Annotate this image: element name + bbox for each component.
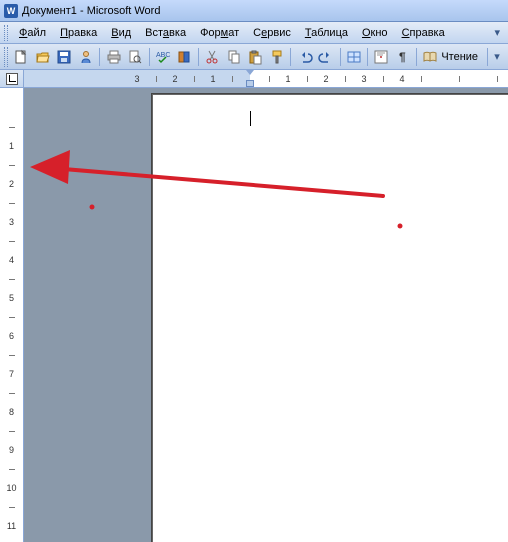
menu-edit[interactable]: Правка <box>53 25 104 41</box>
page[interactable] <box>152 94 508 542</box>
permissions-button[interactable] <box>76 46 97 68</box>
ruler-tick: 3 <box>0 218 23 226</box>
ruler-tick: 7 <box>0 370 23 378</box>
spellcheck-button[interactable]: ABC <box>153 46 174 68</box>
toolbar-separator <box>149 48 150 66</box>
ruler-row: 3 2 1 1 2 3 4 <box>0 70 508 88</box>
ruler-tick: 3 <box>133 70 141 87</box>
reading-label: Чтение <box>441 51 478 63</box>
show-hide-button[interactable]: ¶ <box>393 46 414 68</box>
reading-layout-button[interactable]: Чтение <box>420 46 484 68</box>
ruler-tick: 4 <box>0 256 23 264</box>
menu-overflow[interactable]: ▾ <box>490 26 504 39</box>
ruler-tick: 9 <box>0 446 23 454</box>
ruler-tick: 1 <box>0 142 23 150</box>
toolbar: ABC ¶ Чтение ▾ <box>0 44 508 70</box>
svg-text:¶: ¶ <box>399 50 406 64</box>
vertical-ruler[interactable]: 1 2 3 4 5 6 7 8 9 10 11 <box>0 88 24 542</box>
ruler-tick: 2 <box>322 70 330 87</box>
first-line-indent[interactable] <box>246 70 254 75</box>
ruler-tick: 8 <box>0 408 23 416</box>
toolbar-separator <box>487 48 488 66</box>
format-painter-button[interactable] <box>267 46 288 68</box>
ruler-tick: 10 <box>0 484 23 492</box>
book-icon <box>422 49 438 65</box>
toolbar-separator <box>198 48 199 66</box>
open-button[interactable] <box>33 46 54 68</box>
save-button[interactable] <box>54 46 75 68</box>
menubar-handle[interactable] <box>4 25 8 41</box>
toolbar-handle[interactable] <box>4 47 8 67</box>
titlebar: W Документ1 - Microsoft Word <box>0 0 508 22</box>
menu-file[interactable]: Файл <box>12 25 53 41</box>
menu-table[interactable]: Таблица <box>298 25 355 41</box>
research-button[interactable] <box>174 46 195 68</box>
ruler-tick: 1 <box>284 70 292 87</box>
content-row: 1 2 3 4 5 6 7 8 9 10 11 <box>0 88 508 542</box>
toolbar-separator <box>99 48 100 66</box>
cut-button[interactable] <box>202 46 223 68</box>
horizontal-ruler[interactable]: 3 2 1 1 2 3 4 <box>24 70 508 87</box>
ruler-tick: 2 <box>0 180 23 188</box>
ruler-tick: 5 <box>0 294 23 302</box>
ruler-tick: 6 <box>0 332 23 340</box>
new-doc-button[interactable] <box>11 46 32 68</box>
paste-button[interactable] <box>245 46 266 68</box>
toolbar-separator <box>290 48 291 66</box>
menu-tools[interactable]: Сервис <box>246 25 298 41</box>
document-area[interactable] <box>24 88 508 542</box>
ruler-tick: 11 <box>0 522 23 530</box>
copy-button[interactable] <box>223 46 244 68</box>
toolbar-overflow[interactable]: ▾ <box>490 46 504 68</box>
menu-view[interactable]: Вид <box>104 25 138 41</box>
window-title: Документ1 - Microsoft Word <box>22 5 160 17</box>
doc-map-button[interactable] <box>371 46 392 68</box>
ruler-tick: 3 <box>360 70 368 87</box>
app-icon: W <box>4 4 18 18</box>
toolbar-separator <box>367 48 368 66</box>
ruler-tick: 1 <box>209 70 217 87</box>
tables-borders-button[interactable] <box>344 46 365 68</box>
undo-button[interactable] <box>294 46 315 68</box>
ruler-tick: 2 <box>171 70 179 87</box>
ruler-tick: 4 <box>398 70 406 87</box>
svg-text:ABC: ABC <box>156 52 170 59</box>
hanging-indent[interactable] <box>246 80 254 87</box>
toolbar-separator <box>340 48 341 66</box>
tab-selector[interactable] <box>0 70 24 88</box>
menu-insert[interactable]: Вставка <box>138 25 193 41</box>
text-cursor <box>250 111 251 126</box>
menu-window[interactable]: Окно <box>355 25 395 41</box>
print-preview-button[interactable] <box>125 46 146 68</box>
menu-help[interactable]: Справка <box>395 25 452 41</box>
menubar: Файл Правка Вид Вставка Формат Сервис Та… <box>0 22 508 44</box>
menu-format[interactable]: Формат <box>193 25 246 41</box>
toolbar-separator <box>416 48 417 66</box>
redo-button[interactable] <box>316 46 337 68</box>
print-button[interactable] <box>103 46 124 68</box>
